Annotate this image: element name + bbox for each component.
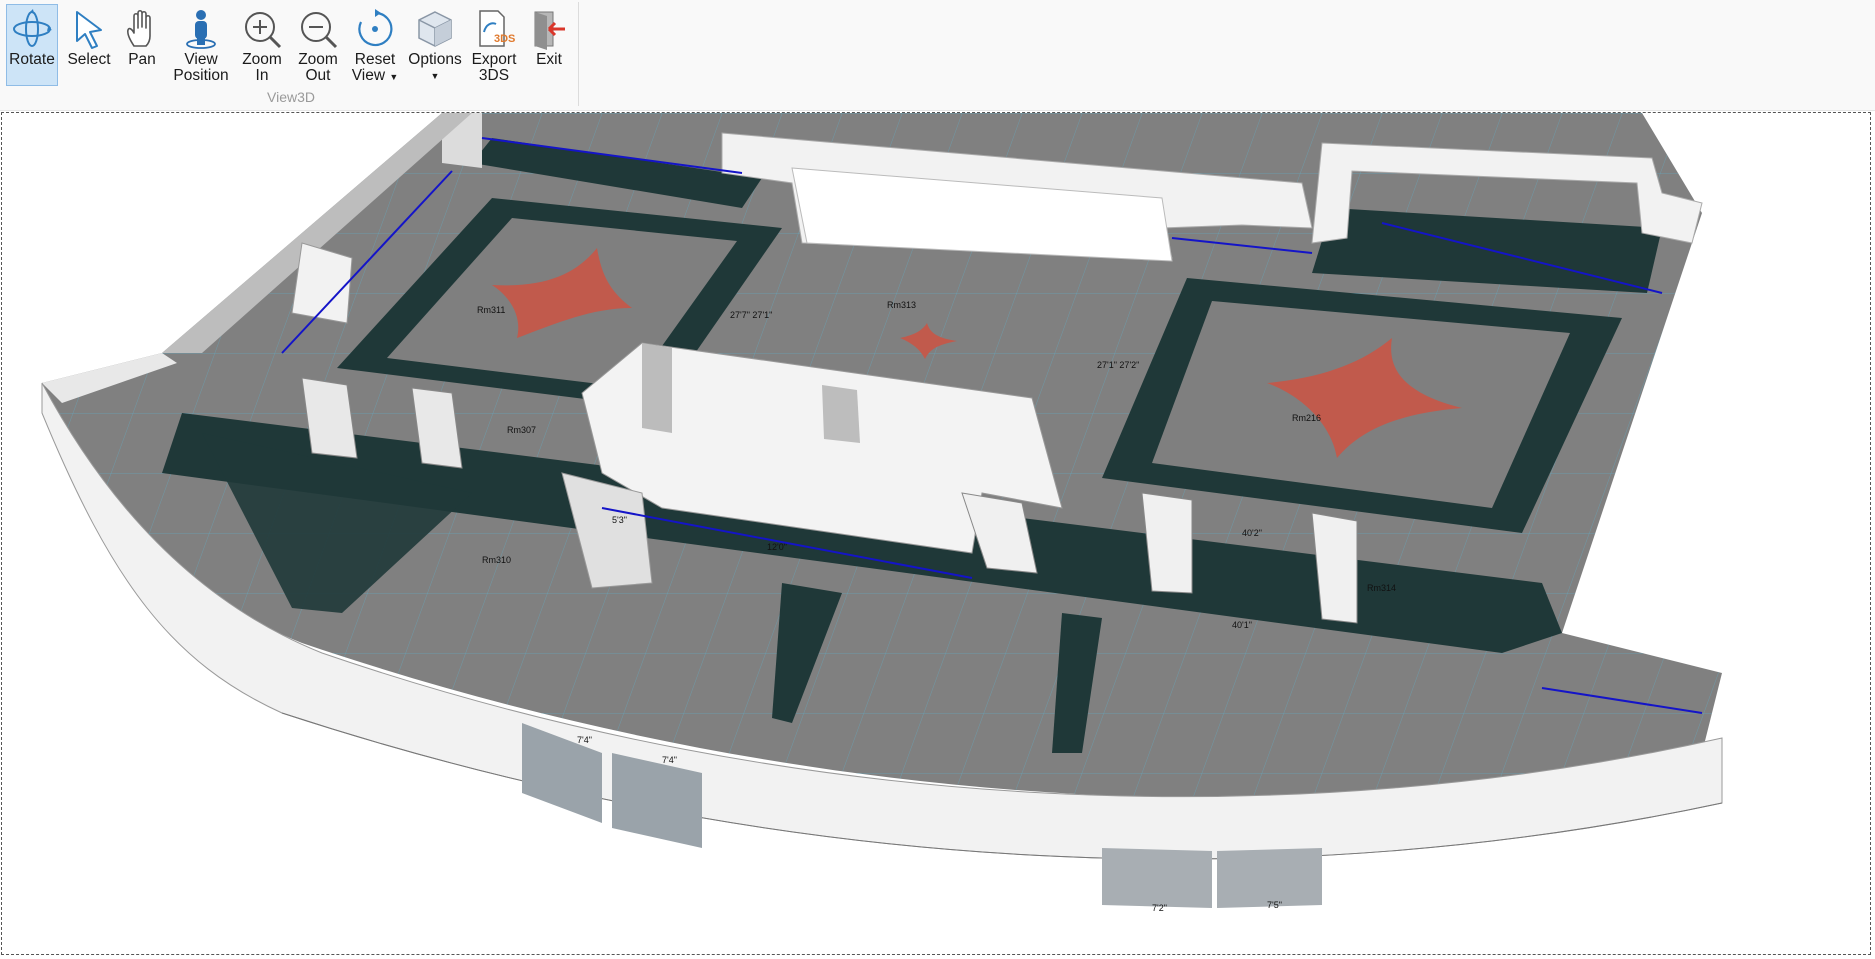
rotate-icon	[13, 9, 52, 47]
view3d-group: Rotate Select Pan View Position Zoom In …	[4, 2, 579, 106]
export-3ds-label-1: Export	[471, 51, 517, 68]
exit-button[interactable]: Exit	[528, 4, 570, 86]
reset-view-dropdown-caret: ▼	[389, 72, 399, 82]
options-label: Options	[408, 51, 462, 68]
rotate-button[interactable]: Rotate	[6, 4, 58, 86]
group-label: View3D	[267, 89, 315, 105]
cursor-icon	[76, 11, 102, 49]
label-rm311: Rm311	[477, 305, 505, 315]
zoom-in-button[interactable]: Zoom In	[238, 4, 286, 86]
export-3ds-label-2: 3DS	[478, 67, 510, 84]
reset-view-label-1: Reset	[354, 51, 396, 68]
dim-12: 7'4"	[577, 735, 592, 745]
view-position-button[interactable]: View Position	[170, 4, 232, 86]
zoom-out-icon	[301, 12, 338, 49]
zoom-in-label-1: Zoom	[242, 51, 282, 68]
3d-viewport[interactable]: Rm311 Rm216 Rm313 27'7" 27'1" 27'1" 27'2…	[1, 112, 1871, 955]
ribbon-toolbar: Rotate Select Pan View Position Zoom In …	[0, 0, 1875, 111]
exit-label: Exit	[536, 51, 562, 68]
dim-15: 7'2"	[1152, 903, 1167, 913]
cube-icon	[418, 11, 452, 47]
dim-14: 7'5"	[1267, 900, 1282, 910]
view-position-label-2: Position	[173, 67, 229, 84]
export-3ds-icon: 3DS	[479, 10, 515, 47]
dim-13: 7'4"	[662, 755, 677, 765]
person-position-icon	[186, 10, 216, 49]
label-rm313: Rm313	[887, 300, 916, 310]
dim-3: 12'0"	[767, 542, 787, 552]
zoom-in-icon	[245, 12, 282, 49]
label-rm314: Rm314	[1367, 583, 1396, 593]
reset-view-button[interactable]: Reset View ▼	[348, 4, 402, 86]
select-label: Select	[67, 51, 111, 68]
exit-door-icon	[534, 11, 565, 50]
label-rm216: Rm216	[1292, 413, 1321, 423]
rotate-label: Rotate	[9, 51, 55, 68]
export-3ds-button[interactable]: 3DS Export 3DS	[468, 4, 520, 86]
svg-text:3DS: 3DS	[494, 33, 515, 45]
pan-button[interactable]: Pan	[120, 4, 164, 86]
dim-10: 40'2"	[1242, 528, 1262, 538]
dim-1: 27'7" 27'1"	[730, 310, 772, 320]
zoom-out-label-1: Zoom	[298, 51, 338, 68]
label-rm307: Rm307	[507, 425, 536, 435]
dim-5: 5'3"	[612, 515, 627, 525]
floor-plan-3d-scene: Rm311 Rm216 Rm313 27'7" 27'1" 27'1" 27'2…	[41, 113, 1723, 913]
zoom-out-button[interactable]: Zoom Out	[293, 4, 343, 86]
pan-label: Pan	[128, 51, 156, 68]
zoom-in-label-2: In	[255, 67, 269, 84]
select-button[interactable]: Select	[64, 4, 114, 86]
reset-view-label-2: View ▼	[351, 67, 399, 84]
dim-2: 27'1" 27'2"	[1097, 360, 1139, 370]
options-button[interactable]: Options ▼	[406, 4, 464, 86]
dim-11: 40'1"	[1232, 620, 1252, 630]
options-dropdown-caret: ▼	[430, 71, 440, 81]
hand-icon	[127, 9, 151, 47]
label-rm310: Rm310	[482, 555, 511, 565]
reset-view-icon	[358, 9, 393, 47]
view-position-label-1: View	[184, 51, 218, 68]
zoom-out-label-2: Out	[305, 67, 331, 84]
